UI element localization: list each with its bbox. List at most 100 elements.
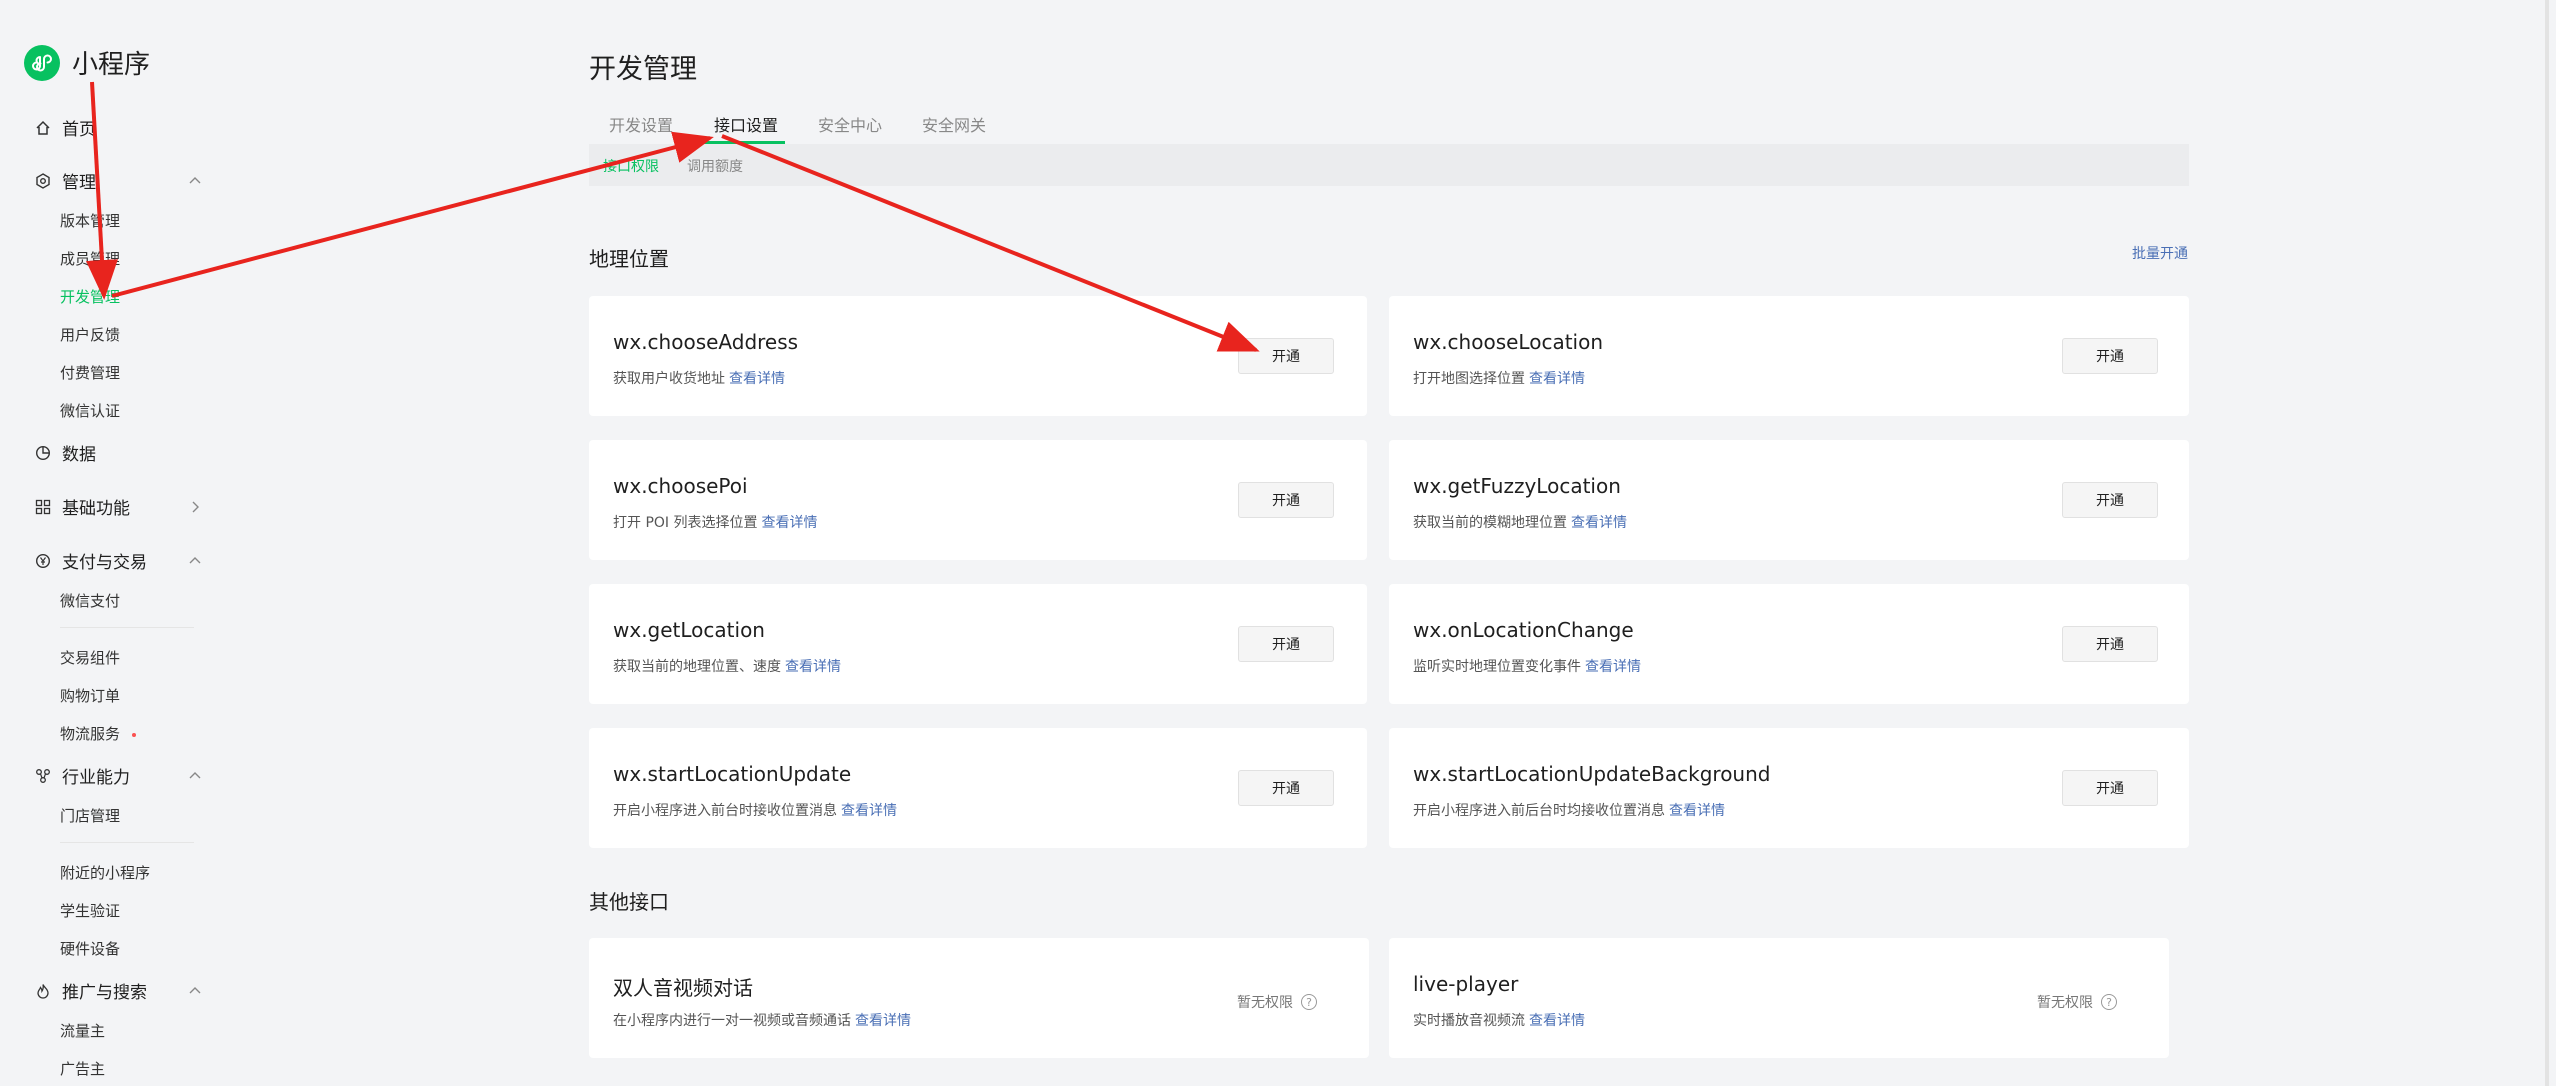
- view-detail-link[interactable]: 查看详情: [1529, 371, 1585, 387]
- sidebar-subitem-trade-component[interactable]: 交易组件: [60, 647, 120, 668]
- api-name: wx.onLocationChange: [1413, 618, 1634, 642]
- sidebar-subitem-advertiser[interactable]: 广告主: [60, 1058, 105, 1079]
- api-name: wx.chooseLocation: [1413, 330, 1604, 354]
- sidebar-subitem-orders[interactable]: 购物订单: [60, 685, 120, 706]
- sidebar-subitem-certification[interactable]: 微信认证: [60, 400, 120, 421]
- miniprogram-logo-icon: [24, 44, 60, 81]
- view-detail-link[interactable]: 查看详情: [729, 371, 785, 387]
- sidebar-subitem-nearby[interactable]: 附近的小程序: [60, 862, 150, 883]
- tab-security-gateway[interactable]: 安全网关: [922, 112, 986, 136]
- subtab-bar: 接口权限 调用额度: [589, 144, 2189, 186]
- sidebar-subitem-student[interactable]: 学生验证: [60, 900, 120, 921]
- api-card: wx.chooseAddress 获取用户收货地址 查看详情 开通: [589, 296, 1367, 416]
- api-card: wx.startLocationUpdate 开启小程序进入前台时接收位置消息查…: [589, 728, 1367, 848]
- section-title-other: 其他接口: [589, 890, 669, 914]
- api-card: wx.getLocation 获取当前的地理位置、速度 查看详情 开通: [589, 584, 1367, 704]
- chevron-right-icon: [192, 501, 199, 512]
- sidebar-item-label: 支付与交易: [62, 553, 147, 573]
- tab-security-center[interactable]: 安全中心: [818, 112, 882, 136]
- gear-icon: [34, 172, 52, 190]
- sidebar-item-pay[interactable]: 支付与交易: [34, 548, 202, 573]
- flame-icon: [34, 982, 52, 1000]
- sidebar-item-label: 物流服务: [60, 725, 121, 743]
- view-detail-link[interactable]: 查看详情: [841, 803, 897, 819]
- sidebar-subitem-hardware[interactable]: 硬件设备: [60, 938, 120, 959]
- brand-name: 小程序: [72, 50, 151, 80]
- sidebar-subitem-payment[interactable]: 付费管理: [60, 362, 120, 383]
- tab-bar: 开发设置 接口设置 安全中心 安全网关: [589, 108, 2189, 144]
- batch-open-link[interactable]: 批量开通: [2132, 243, 2188, 263]
- view-detail-link[interactable]: 查看详情: [1529, 1013, 1585, 1029]
- view-detail-link[interactable]: 查看详情: [1585, 659, 1641, 675]
- subtab-call-quota[interactable]: 调用额度: [687, 156, 743, 176]
- chevron-up-icon: [189, 986, 201, 993]
- sidebar-item-label: 行业能力: [62, 768, 130, 788]
- view-detail-link[interactable]: 查看详情: [785, 659, 841, 675]
- no-permission-status: 暂无权限?: [1237, 992, 1317, 1012]
- api-name: wx.getFuzzyLocation: [1413, 474, 1621, 498]
- sidebar-item-industry[interactable]: 行业能力: [34, 763, 202, 788]
- open-button[interactable]: 开通: [2062, 770, 2158, 806]
- view-detail-link[interactable]: 查看详情: [762, 515, 818, 531]
- api-description: 在小程序内进行一对一视频或音频通话 查看详情: [613, 1013, 911, 1029]
- sidebar-item-label: 首页: [62, 120, 96, 140]
- sidebar-item-manage[interactable]: 管理: [34, 168, 202, 193]
- sidebar-subitem-logistics[interactable]: 物流服务: [60, 723, 137, 744]
- api-name: wx.getLocation: [613, 618, 765, 642]
- view-detail-link[interactable]: 查看详情: [855, 1013, 911, 1029]
- api-name: wx.choosePoi: [613, 474, 748, 498]
- sidebar-subitem-members[interactable]: 成员管理: [60, 248, 120, 269]
- api-name: 双人音视频对话: [613, 976, 753, 1000]
- tab-api-settings[interactable]: 接口设置: [714, 112, 778, 136]
- sidebar-subitem-version[interactable]: 版本管理: [60, 210, 120, 231]
- sidebar-item-basic[interactable]: 基础功能: [34, 494, 202, 519]
- sidebar-subitem-dev-manage[interactable]: 开发管理: [60, 286, 120, 307]
- open-button[interactable]: 开通: [1238, 770, 1334, 806]
- api-description: 开启小程序进入前后台时均接收位置消息 查看详情: [1413, 803, 1725, 819]
- chevron-up-icon: [189, 176, 201, 183]
- chevron-up-icon: [189, 556, 201, 563]
- api-card: wx.startLocationUpdateBackground 开启小程序进入…: [1389, 728, 2189, 848]
- api-card: 双人音视频对话 在小程序内进行一对一视频或音频通话 查看详情 暂无权限?: [589, 938, 1369, 1058]
- sidebar-subitem-store[interactable]: 门店管理: [60, 805, 120, 826]
- sidebar-subitem-wechat-pay[interactable]: 微信支付: [60, 590, 120, 611]
- api-description: 开启小程序进入前台时接收位置消息 查看详情: [613, 803, 897, 819]
- view-detail-link[interactable]: 查看详情: [1669, 803, 1725, 819]
- yen-icon: [34, 552, 52, 570]
- brand[interactable]: 小程序: [24, 44, 150, 81]
- api-name: wx.startLocationUpdate: [613, 762, 852, 786]
- api-card: wx.getFuzzyLocation 获取当前的模糊地理位置 查看详情 开通: [1389, 440, 2189, 560]
- api-card: wx.chooseLocation 打开地图选择位置 查看详情 开通: [1389, 296, 2189, 416]
- scrollbar[interactable]: [2545, 0, 2549, 1086]
- open-button[interactable]: 开通: [1238, 482, 1334, 518]
- page-title: 开发管理: [589, 54, 697, 85]
- subtab-api-permission[interactable]: 接口权限: [603, 156, 659, 176]
- no-permission-status: 暂无权限?: [2037, 992, 2117, 1012]
- notification-dot: [132, 732, 137, 737]
- section-title-location: 地理位置: [589, 247, 669, 271]
- app-root: 小程序 首页 管理 版本管理 成员管理 开发管理 用户反馈 付费管理 微信认证: [0, 0, 2556, 1086]
- sidebar-item-promote[interactable]: 推广与搜索: [34, 978, 202, 1003]
- chevron-up-icon: [189, 771, 201, 778]
- api-card: live-player 实时播放音视频流 查看详情 暂无权限?: [1389, 938, 2169, 1058]
- sidebar-item-data[interactable]: 数据: [34, 440, 202, 465]
- api-description: 获取当前的地理位置、速度 查看详情: [613, 659, 841, 675]
- api-description: 打开 POI 列表选择位置 查看详情: [613, 515, 818, 531]
- home-icon: [34, 119, 52, 137]
- sidebar-subitem-feedback[interactable]: 用户反馈: [60, 324, 120, 345]
- tab-dev-settings[interactable]: 开发设置: [609, 112, 673, 136]
- help-icon[interactable]: ?: [1301, 994, 1317, 1010]
- sidebar: 小程序 首页 管理 版本管理 成员管理 开发管理 用户反馈 付费管理 微信认证: [0, 0, 220, 1086]
- sidebar-divider: [60, 842, 194, 843]
- sidebar-subitem-traffic-owner[interactable]: 流量主: [60, 1020, 105, 1041]
- open-button[interactable]: 开通: [1238, 626, 1334, 662]
- help-icon[interactable]: ?: [2101, 994, 2117, 1010]
- open-button[interactable]: 开通: [2062, 626, 2158, 662]
- sidebar-item-label: 数据: [62, 445, 96, 465]
- open-button[interactable]: 开通: [2062, 338, 2158, 374]
- view-detail-link[interactable]: 查看详情: [1571, 515, 1627, 531]
- open-button[interactable]: 开通: [2062, 482, 2158, 518]
- nodes-icon: [34, 767, 52, 785]
- open-button[interactable]: 开通: [1238, 338, 1334, 374]
- sidebar-item-home[interactable]: 首页: [34, 115, 202, 140]
